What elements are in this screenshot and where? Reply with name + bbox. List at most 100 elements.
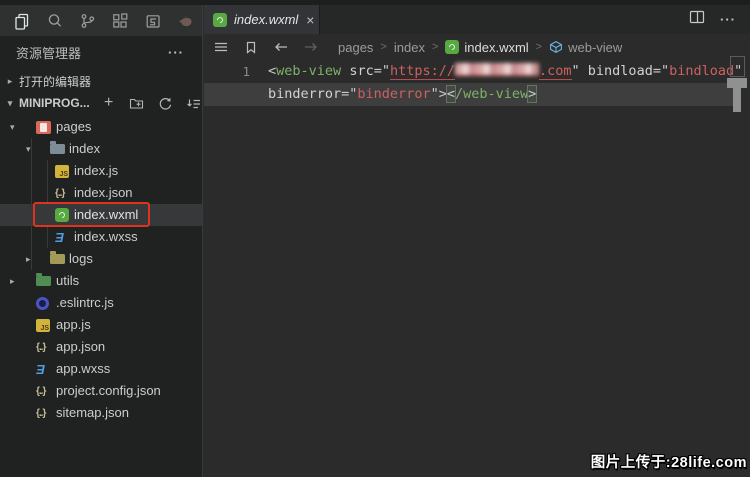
tree-item-index[interactable]: ▾index	[0, 138, 202, 160]
tree-item-label: project.config.json	[56, 380, 161, 402]
tree-item-app.js[interactable]: JS app.js	[0, 314, 202, 336]
tree-item-label: index.json	[74, 182, 133, 204]
code-token: ">	[431, 86, 447, 102]
bookmark-icon[interactable]	[238, 37, 264, 57]
json-icon: {..}	[36, 408, 45, 419]
tree-item-index.js[interactable]: JS index.js	[0, 160, 202, 182]
breadcrumb-row: pages>index>index.wxml>web-view	[204, 34, 750, 60]
tree-item-label: index.js	[74, 160, 118, 182]
tree-item-label: logs	[69, 248, 93, 270]
js-icon: JS	[55, 165, 69, 178]
sidebar: 资源管理器 ··· ▸ 打开的编辑器 ▾ MINIPROG... +	[0, 0, 203, 477]
tree-item-pages[interactable]: ▾pages	[0, 116, 202, 138]
code-token: >	[528, 86, 536, 102]
code-line[interactable]: 1<web-view src="https://.com" bindload="…	[204, 60, 750, 83]
collapse-all-icon[interactable]	[184, 94, 202, 112]
code-token: src	[349, 63, 373, 79]
explorer-title: 资源管理器	[16, 43, 81, 62]
code-token: bindload	[669, 63, 734, 79]
annotation-red-box	[33, 202, 150, 227]
editor-scrollbar[interactable]	[726, 52, 748, 132]
tab-actions: ···	[688, 5, 750, 34]
tree-item-label: app.js	[56, 314, 91, 336]
wxml-file-icon	[213, 13, 227, 27]
tree-item-label: index.wxss	[74, 226, 138, 248]
code-token: <	[268, 63, 276, 79]
breadcrumb-label: index.wxml	[464, 40, 528, 55]
code-token: binderror	[268, 86, 341, 102]
section-project[interactable]: ▾ MINIPROG... +	[0, 92, 202, 114]
chevron-right-icon: ▸	[5, 76, 15, 87]
editor-code-area[interactable]: 1<web-view src="https://.com" bindload="…	[204, 60, 750, 477]
tree-item-index.json[interactable]: {..} index.json	[0, 182, 202, 204]
tree-item-label: sitemap.json	[56, 402, 129, 424]
app-window: 资源管理器 ··· ▸ 打开的编辑器 ▾ MINIPROG... +	[0, 0, 750, 477]
close-icon[interactable]: ×	[306, 13, 314, 27]
code-line[interactable]: binderror="binderror"></web-view>	[204, 83, 734, 106]
forward-arrow-icon[interactable]	[298, 37, 324, 57]
plugin-icon[interactable]	[137, 8, 170, 34]
tab-bar: index.wxml × ···	[204, 5, 750, 34]
chevron-right-icon: ▸	[26, 248, 31, 270]
code-token: /web-view	[455, 86, 528, 102]
breadcrumb-separator: >	[536, 41, 542, 53]
breadcrumb-label: pages	[338, 40, 373, 55]
code-token: .com	[539, 63, 572, 80]
tree-item-label: pages	[56, 116, 91, 138]
tree-item-label: index	[69, 138, 100, 160]
json-icon: {..}	[55, 188, 64, 199]
json-icon: {..}	[36, 386, 45, 397]
activity-bar	[0, 5, 202, 36]
breadcrumb-label: index	[394, 40, 425, 55]
refresh-icon[interactable]	[156, 94, 174, 112]
explorer-more-icon[interactable]: ···	[168, 45, 184, 60]
breadcrumb-label: web-view	[568, 40, 622, 55]
scrollbar-thumb[interactable]	[733, 86, 741, 112]
tree-item-utils[interactable]: ▸ utils	[0, 270, 202, 292]
section-open-editors[interactable]: ▸ 打开的编辑器	[0, 70, 202, 92]
chevron-right-icon: ▸	[10, 270, 15, 292]
explorer-files-icon[interactable]	[6, 8, 39, 34]
outline-menu-icon[interactable]	[208, 37, 234, 57]
search-icon[interactable]	[39, 8, 72, 34]
wxss-icon: Ǝ	[36, 362, 45, 377]
file-tree: ▾pages▾indexJSindex.js{..}index.jsoninde…	[0, 116, 202, 424]
breadcrumb-item-pages[interactable]: pages	[338, 40, 373, 55]
teapot-icon[interactable]	[169, 8, 202, 34]
eslint-icon	[36, 297, 49, 310]
split-editor-icon[interactable]	[688, 8, 706, 31]
window-top-strip	[0, 0, 750, 5]
wxss-icon: Ǝ	[55, 230, 64, 245]
back-arrow-icon[interactable]	[268, 37, 294, 57]
source-control-icon[interactable]	[71, 8, 104, 34]
open-editors-label: 打开的编辑器	[19, 73, 91, 90]
folder-icon	[36, 276, 51, 286]
tree-item-sitemap.json[interactable]: {..} sitemap.json	[0, 402, 202, 424]
chevron-down-icon: ▾	[5, 98, 15, 109]
tree-item-logs[interactable]: ▸ logs	[0, 248, 202, 270]
tree-item-.eslintrc.js[interactable]: .eslintrc.js	[0, 292, 202, 314]
tree-item-label: app.json	[56, 336, 105, 358]
tree-item-index.wxss[interactable]: Ǝindex.wxss	[0, 226, 202, 248]
new-folder-icon[interactable]	[128, 94, 146, 112]
js-icon: JS	[36, 319, 50, 332]
editor-area: index.wxml × ···	[204, 0, 750, 477]
tree-item-project.config.json[interactable]: {..} project.config.json	[0, 380, 202, 402]
code-token: ="	[653, 63, 669, 79]
tree-item-app.json[interactable]: {..}app.json	[0, 336, 202, 358]
new-file-icon[interactable]: +	[100, 94, 118, 112]
breadcrumb-item-web-view[interactable]: web-view	[549, 40, 622, 55]
tree-item-app.wxss[interactable]: Ǝapp.wxss	[0, 358, 202, 380]
line-number: 1	[204, 60, 250, 83]
explorer-header: 资源管理器 ···	[0, 36, 202, 68]
tab-index-wxml[interactable]: index.wxml ×	[204, 5, 320, 34]
breadcrumb-item-index[interactable]: index	[394, 40, 425, 55]
tree-item-label: utils	[56, 270, 79, 292]
tab-label: index.wxml	[234, 12, 298, 27]
breadcrumb-item-index.wxml[interactable]: index.wxml	[445, 40, 528, 55]
watermark-text: 图片上传于:28life.com	[591, 451, 747, 472]
more-actions-icon[interactable]: ···	[720, 12, 736, 27]
code-token: <	[447, 86, 455, 102]
extensions-icon[interactable]	[104, 8, 137, 34]
tree-item-index.wxml[interactable]: index.wxml	[0, 204, 202, 226]
